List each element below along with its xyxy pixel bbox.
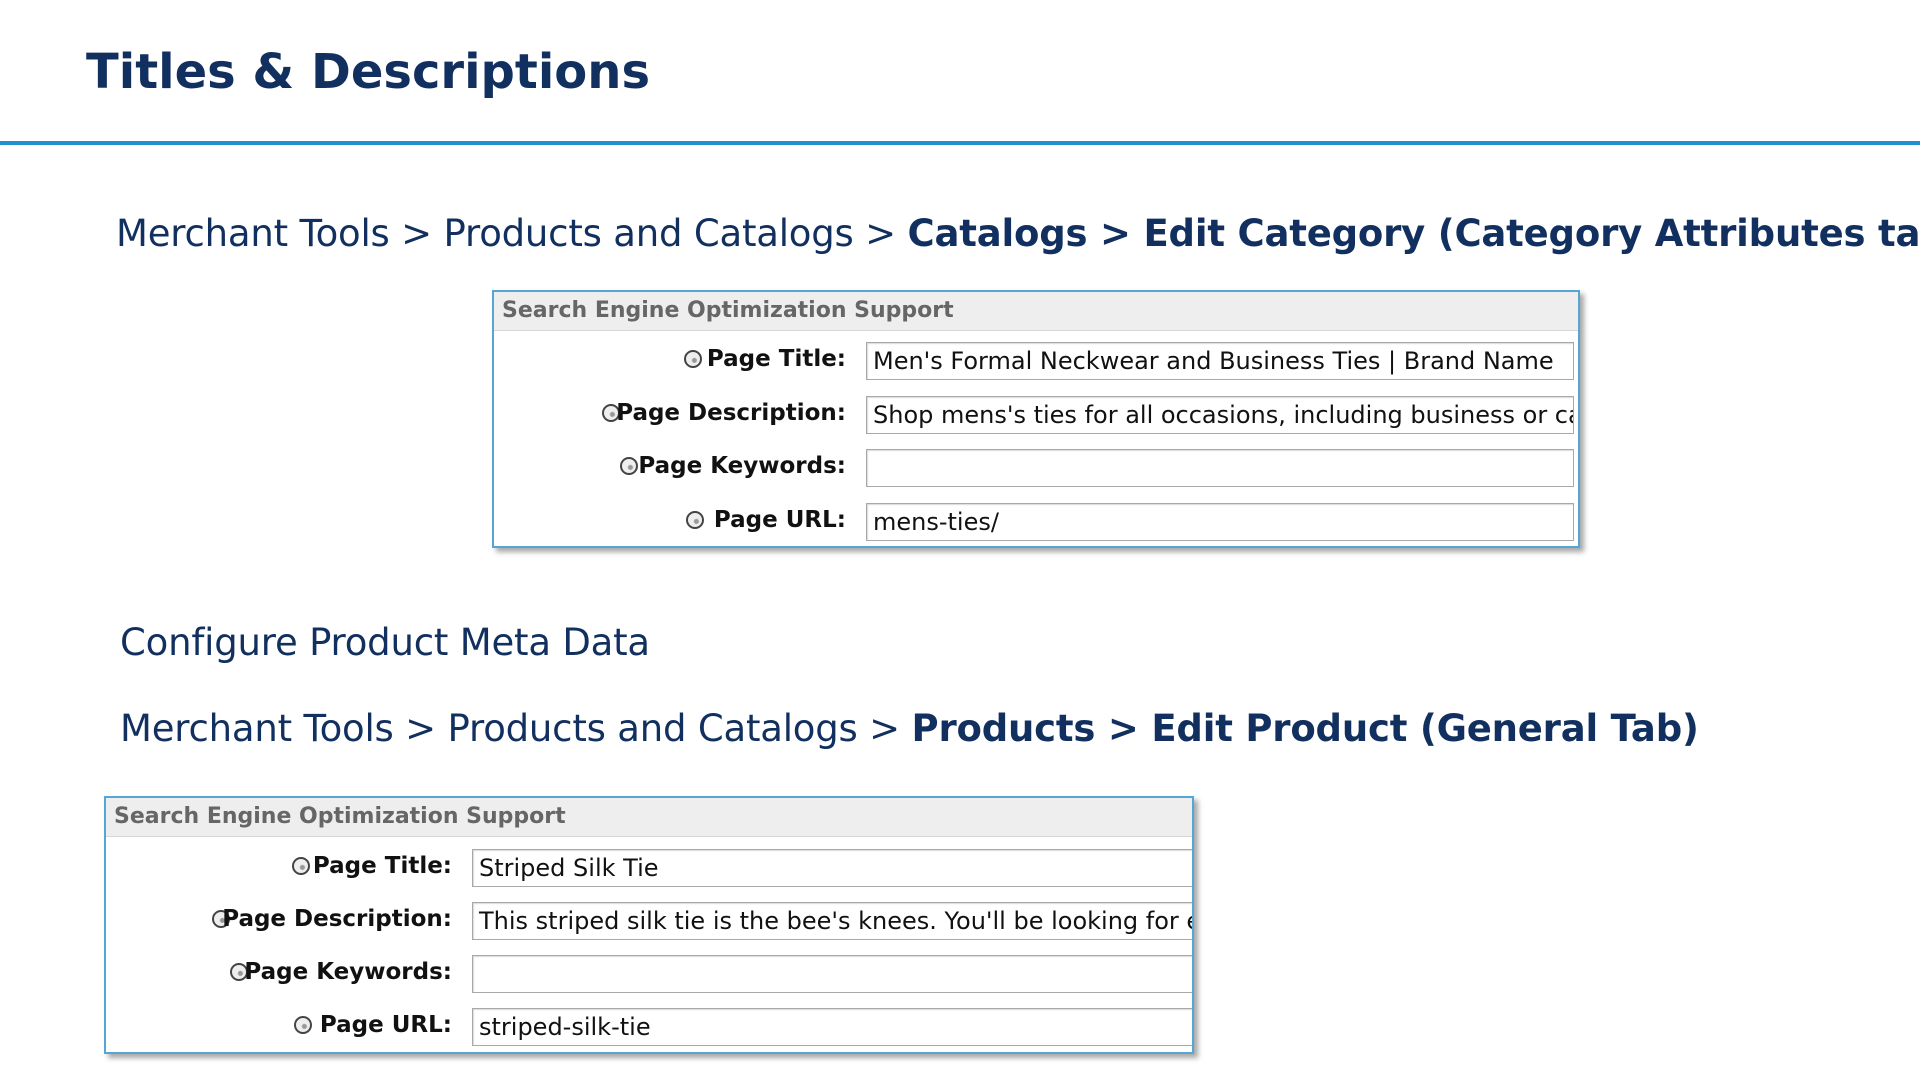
page-description-row: Page Description: This striped silk tie … xyxy=(106,902,1192,942)
help-icon[interactable] xyxy=(292,857,310,875)
page-title-label: Page Title: xyxy=(312,853,452,879)
slide-title: Titles & Descriptions xyxy=(86,44,651,100)
page-keywords-input[interactable] xyxy=(472,955,1192,993)
page-url-input[interactable]: mens-ties/ xyxy=(866,503,1574,541)
page-title-row: Page Title: Striped Silk Tie xyxy=(106,849,1192,889)
page-keywords-input[interactable] xyxy=(866,449,1574,487)
seo-panel-category: Search Engine Optimization Support Page … xyxy=(492,290,1580,548)
page-keywords-row: Page Keywords: xyxy=(494,449,1578,489)
page-description-label: Page Description: xyxy=(222,906,452,932)
page-description-row: Page Description: Shop mens's ties for a… xyxy=(494,396,1578,436)
page-description-input[interactable]: This striped silk tie is the bee's knees… xyxy=(472,902,1192,940)
page-description-input[interactable]: Shop mens's ties for all occasions, incl… xyxy=(866,396,1574,434)
page-title-input[interactable]: Striped Silk Tie xyxy=(472,849,1192,887)
help-icon[interactable] xyxy=(294,1016,312,1034)
page-title-label: Page Title: xyxy=(706,346,846,372)
help-icon[interactable] xyxy=(684,350,702,368)
breadcrumb-product: Merchant Tools > Products and Catalogs >… xyxy=(120,707,1699,750)
help-icon[interactable] xyxy=(686,511,704,529)
panel-header: Search Engine Optimization Support xyxy=(106,798,1192,837)
panel-header: Search Engine Optimization Support xyxy=(494,292,1578,331)
page-keywords-label: Page Keywords: xyxy=(638,453,846,479)
page-url-row: Page URL: mens-ties/ xyxy=(494,503,1578,543)
breadcrumb-bold: Products > Edit Product (General Tab) xyxy=(911,707,1699,750)
page-url-row: Page URL: striped-silk-tie xyxy=(106,1008,1192,1048)
help-icon[interactable] xyxy=(620,457,638,475)
page-url-input[interactable]: striped-silk-tie xyxy=(472,1008,1192,1046)
breadcrumb-plain: Merchant Tools > Products and Catalogs > xyxy=(120,707,912,750)
breadcrumb-bold: Catalogs > Edit Category (Category Attri… xyxy=(907,212,1920,255)
subhead-product-meta: Configure Product Meta Data xyxy=(120,621,650,664)
breadcrumb-category: Merchant Tools > Products and Catalogs >… xyxy=(116,212,1920,255)
page-title-input[interactable]: Men's Formal Neckwear and Business Ties … xyxy=(866,342,1574,380)
page-url-label: Page URL: xyxy=(713,507,846,533)
page-keywords-label: Page Keywords: xyxy=(244,959,452,985)
page-keywords-row: Page Keywords: xyxy=(106,955,1192,995)
breadcrumb-plain: Merchant Tools > Products and Catalogs > xyxy=(116,212,908,255)
title-divider xyxy=(0,141,1920,145)
page-description-label: Page Description: xyxy=(616,400,846,426)
page-title-row: Page Title: Men's Formal Neckwear and Bu… xyxy=(494,342,1578,382)
seo-panel-product: Search Engine Optimization Support Page … xyxy=(104,796,1194,1054)
page-url-label: Page URL: xyxy=(319,1012,452,1038)
